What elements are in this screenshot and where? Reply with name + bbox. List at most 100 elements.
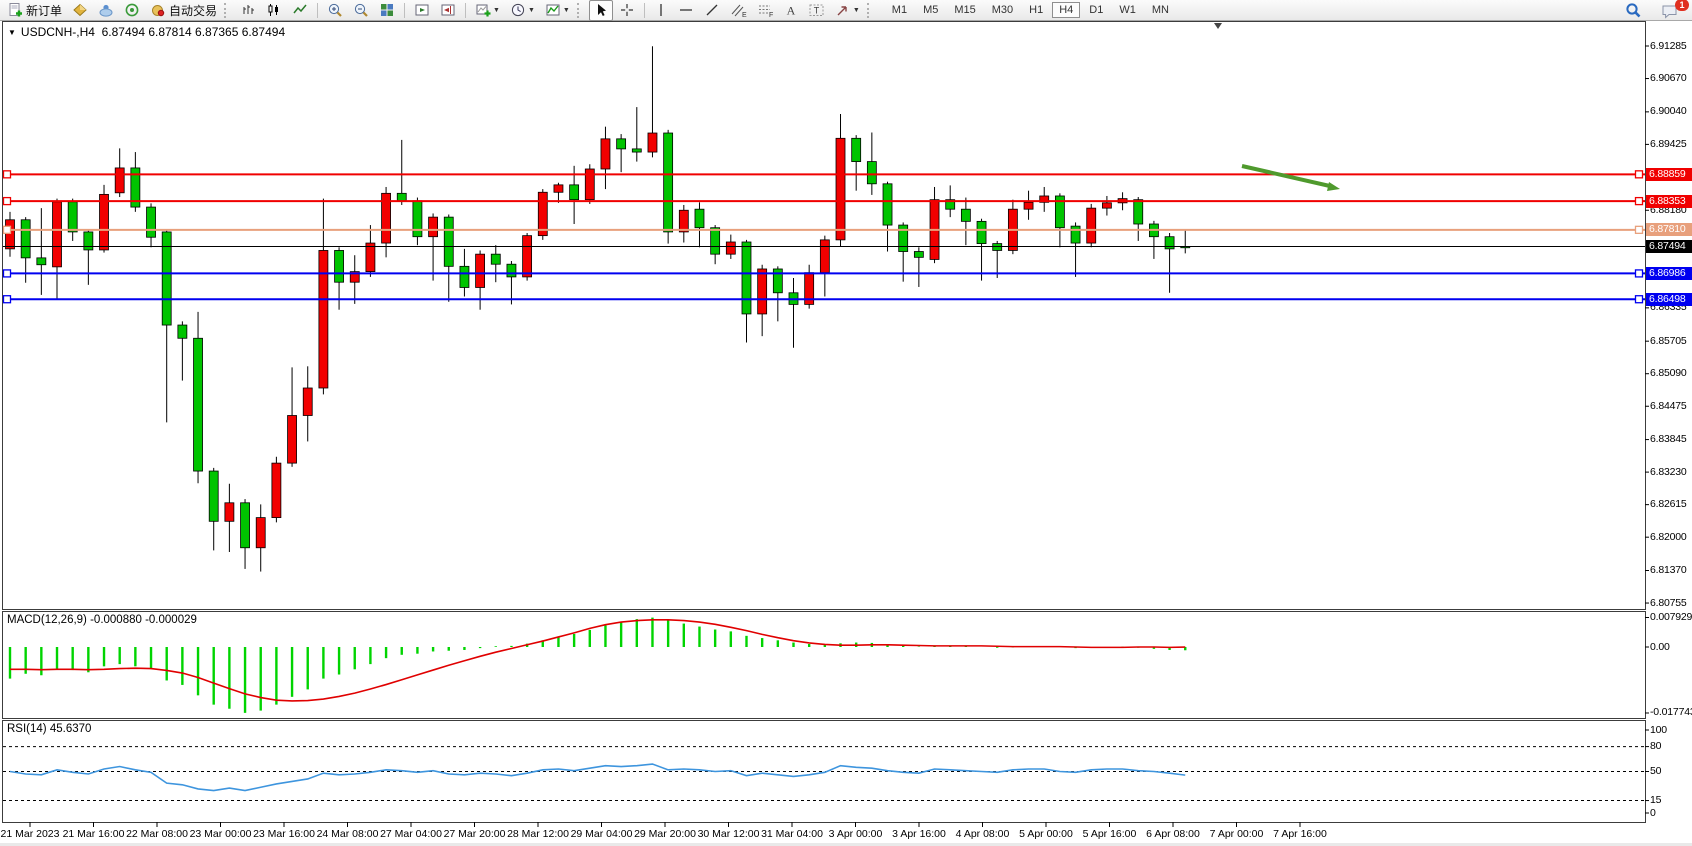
time-axis-label: 27 Mar 20:00 [444, 828, 506, 840]
text-label-icon: T [808, 2, 825, 18]
toolbar: 新订单 自动交易 [0, 0, 1692, 21]
zoom-out-button[interactable] [349, 0, 373, 21]
time-axis-label: 28 Mar 12:00 [507, 828, 569, 840]
label-tool-button[interactable]: T [804, 0, 829, 21]
timeframe-button-H4[interactable]: H4 [1052, 2, 1080, 18]
signals-button[interactable] [120, 0, 144, 21]
symbol-name: USDCNH-,H4 [21, 25, 95, 39]
timeframe-button-H1[interactable]: H1 [1022, 2, 1050, 18]
trendline-tool-button[interactable] [700, 0, 724, 21]
chart-symbol-title[interactable]: ▼USDCNH-,H4 6.87494 6.87814 6.87365 6.87… [8, 25, 285, 39]
timeframe-button-M5[interactable]: M5 [916, 2, 945, 18]
fibonacci-tool-button[interactable]: F [753, 0, 778, 21]
text-tool-button[interactable]: A [780, 0, 802, 21]
macd-axis-label: 0.00 [1650, 641, 1670, 653]
timeframe-button-W1[interactable]: W1 [1112, 2, 1143, 18]
toolbar-grip[interactable] [867, 3, 874, 18]
equidistant-channel-icon: E [730, 2, 747, 18]
time-axis-label: 3 Apr 16:00 [892, 828, 946, 840]
price-line-badge-6.86986: 6.86986 [1646, 267, 1692, 280]
vertical-line-tool-button[interactable] [650, 0, 672, 21]
zoom-in-button[interactable] [323, 0, 347, 21]
rsi-axis-label: 0 [1650, 807, 1656, 819]
new-chart-button[interactable]: ▼ [471, 0, 504, 21]
signal-icon [124, 2, 140, 18]
channel-tool-button[interactable]: E [726, 0, 751, 21]
clock-icon [510, 2, 526, 18]
toolbar-separator [644, 3, 645, 18]
gold-diamond-icon [72, 2, 88, 18]
indicators-button[interactable]: ▼ [541, 0, 574, 21]
macd-indicator-label: MACD(12,26,9) -0.000880 -0.000029 [7, 614, 197, 626]
cloud-user-icon [98, 2, 114, 18]
line-chart-mode-button[interactable] [288, 0, 312, 21]
price-axis-label: 6.85705 [1650, 335, 1687, 347]
autoscroll-icon [414, 2, 430, 18]
cursor-tool-button[interactable] [589, 0, 613, 21]
toolbar-grip[interactable] [224, 3, 231, 18]
crosshair-tool-button[interactable] [615, 0, 639, 21]
new-order-button[interactable]: 新订单 [3, 0, 66, 21]
timeframe-button-D1[interactable]: D1 [1082, 2, 1110, 18]
autotrading-label: 自动交易 [169, 2, 217, 19]
time-axis-label: 27 Mar 04:00 [380, 828, 442, 840]
community-button[interactable] [94, 0, 118, 21]
timeframe-button-M15[interactable]: M15 [947, 2, 982, 18]
rsi-current-value: 45.6370 [50, 723, 92, 735]
line-chart-icon [292, 2, 308, 18]
time-axis-label: 23 Mar 00:00 [190, 828, 252, 840]
bar-chart-mode-button[interactable] [236, 0, 260, 21]
time-axis-label: 29 Mar 20:00 [634, 828, 696, 840]
svg-text:A: A [787, 4, 796, 18]
new-order-label: 新订单 [26, 2, 62, 19]
price-line-badge-6.87810: 6.87810 [1646, 223, 1692, 236]
time-axis-label: 31 Mar 04:00 [761, 828, 823, 840]
timeframe-button-M1[interactable]: M1 [885, 2, 914, 18]
arrows-tool-button[interactable]: ▼ [831, 0, 864, 21]
toolbar-grip[interactable] [577, 3, 584, 18]
timeframe-button-MN[interactable]: MN [1145, 2, 1176, 18]
arrows-shapes-icon [835, 2, 851, 18]
symbol-ohlc-values: 6.87494 6.87814 6.87365 6.87494 [102, 25, 286, 39]
time-axis-label: 21 Mar 2023 [1, 828, 60, 840]
time-axis-label: 30 Mar 12:00 [698, 828, 760, 840]
time-axis-label: 7 Apr 00:00 [1210, 828, 1264, 840]
crosshair-icon [619, 2, 635, 18]
time-axis-label: 6 Apr 08:00 [1146, 828, 1200, 840]
time-axis-label: 24 Mar 08:00 [317, 828, 379, 840]
price-axis[interactable]: 6.912856.906706.900406.894256.881806.863… [1650, 0, 1692, 846]
autotrading-button[interactable]: 自动交易 [146, 0, 221, 21]
candlestick-mode-button[interactable] [262, 0, 286, 21]
journal-button[interactable] [68, 0, 92, 21]
rsi-panel[interactable] [2, 720, 1646, 823]
search-button[interactable] [1621, 0, 1646, 21]
chart-shift-button[interactable] [436, 0, 460, 21]
time-axis-label: 3 Apr 00:00 [829, 828, 883, 840]
time-axis-label: 5 Apr 16:00 [1083, 828, 1137, 840]
search-icon [1625, 2, 1642, 19]
toolbar-separator [465, 3, 466, 18]
chevron-down-icon: ▼ [528, 7, 535, 14]
price-axis-label: 6.85090 [1650, 367, 1687, 379]
autoscroll-button[interactable] [410, 0, 434, 21]
macd-axis-label: -0.017743 [1650, 706, 1692, 718]
period-button[interactable]: ▼ [506, 0, 539, 21]
time-axis[interactable]: 21 Mar 202321 Mar 16:0022 Mar 08:0023 Ma… [0, 827, 1692, 843]
rsi-axis-label: 50 [1650, 765, 1661, 777]
horizontal-line-tool-button[interactable] [674, 0, 698, 21]
main-chart-panel[interactable] [2, 21, 1646, 610]
price-axis-label: 6.84475 [1650, 400, 1687, 412]
tile-windows-button[interactable] [375, 0, 399, 21]
price-line-badge-6.87494: 6.87494 [1646, 240, 1692, 253]
macd-panel[interactable] [2, 611, 1646, 719]
chart-shift-icon [440, 2, 456, 18]
chevron-down-icon: ▼ [493, 7, 500, 14]
autotrading-icon [150, 2, 166, 18]
new-chart-icon [475, 2, 491, 18]
rsi-axis-label: 80 [1650, 740, 1661, 752]
timeframe-button-M30[interactable]: M30 [985, 2, 1020, 18]
price-axis-label: 6.90670 [1650, 72, 1687, 84]
new-order-icon [7, 2, 23, 18]
rsi-axis-label: 100 [1650, 724, 1667, 736]
fibonacci-icon: F [757, 2, 774, 18]
